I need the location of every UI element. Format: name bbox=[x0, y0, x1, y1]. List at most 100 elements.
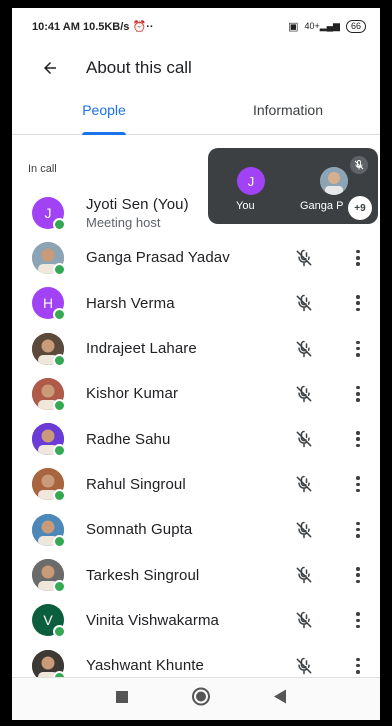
battery-icon: 66 bbox=[345, 19, 366, 33]
page-title: About this call bbox=[86, 58, 192, 77]
participant-info: Tarkesh Singroul bbox=[86, 567, 380, 584]
phone-screen: 10:41 AM 10.5KB/s ⏰·· ▣ 40+▂▄▆ 66 About … bbox=[12, 8, 380, 720]
online-status-dot bbox=[53, 580, 66, 594]
online-status-dot bbox=[53, 444, 66, 458]
avatar: H bbox=[32, 287, 66, 322]
online-status-dot bbox=[53, 353, 66, 367]
participant-name: Radhe Sahu bbox=[86, 430, 171, 448]
recents-button[interactable] bbox=[116, 690, 128, 708]
home-button[interactable] bbox=[191, 687, 211, 712]
avatar: J bbox=[32, 196, 66, 231]
status-right: ▣ 40+▂▄▆ 66 bbox=[288, 19, 366, 33]
more-vert-icon[interactable] bbox=[352, 610, 364, 630]
avatar bbox=[32, 513, 66, 548]
arrow-left-icon bbox=[44, 62, 56, 74]
tab-information[interactable]: Information bbox=[196, 98, 380, 134]
participant-row[interactable]: Somnath Gupta bbox=[12, 507, 380, 552]
online-status-dot bbox=[53, 534, 66, 548]
signal-label: 40+ bbox=[304, 20, 320, 31]
mic-off-icon bbox=[354, 160, 364, 170]
participant-name: Yashwant Khunte bbox=[86, 657, 204, 675]
participant-info: Yashwant Khunte bbox=[86, 657, 380, 674]
avatar bbox=[32, 423, 66, 458]
mic-off-icon bbox=[294, 384, 314, 404]
mic-off-icon bbox=[294, 474, 314, 494]
participant-row[interactable]: Ganga Prasad Yadav bbox=[12, 235, 380, 280]
avatar bbox=[32, 332, 66, 367]
back-nav-button[interactable] bbox=[274, 689, 286, 709]
more-vert-icon[interactable] bbox=[352, 565, 364, 585]
online-status-dot bbox=[53, 262, 66, 276]
more-vert-icon[interactable] bbox=[352, 656, 364, 676]
participant-info: Somnath Gupta bbox=[86, 521, 380, 538]
avatar-initial: H bbox=[42, 295, 54, 312]
more-vert-icon[interactable] bbox=[352, 384, 364, 404]
mic-off-icon bbox=[294, 429, 314, 449]
participant-name: Somnath Gupta bbox=[86, 521, 193, 539]
participant-info: Vinita Vishwakarma bbox=[86, 612, 380, 629]
mic-off-icon bbox=[294, 610, 314, 630]
avatar-initial: J bbox=[44, 204, 52, 221]
online-status-dot bbox=[53, 398, 66, 412]
alarm-icon: ⏰·· bbox=[132, 20, 154, 33]
participant-name: Harsh Verma bbox=[86, 294, 175, 312]
mic-off-icon bbox=[294, 520, 314, 540]
square-icon bbox=[116, 691, 128, 703]
online-status-dot bbox=[53, 217, 66, 231]
pip-window[interactable]: J You Ganga P +9 bbox=[208, 148, 378, 224]
mic-off-icon bbox=[294, 248, 314, 268]
back-button[interactable] bbox=[30, 48, 70, 88]
more-vert-icon[interactable] bbox=[352, 339, 364, 359]
participant-info: Harsh Verma bbox=[86, 295, 380, 312]
status-bar: 10:41 AM 10.5KB/s ⏰·· ▣ 40+▂▄▆ 66 bbox=[12, 8, 380, 44]
status-speed: 10.5KB/s bbox=[82, 20, 130, 33]
participant-name: Tarkesh Singroul bbox=[86, 566, 200, 584]
status-time: 10:41 AM bbox=[32, 20, 80, 33]
pip-ganga-avatar bbox=[320, 167, 348, 195]
participant-row[interactable]: Indrajeet Lahare bbox=[12, 326, 380, 371]
participant-row[interactable]: Radhe Sahu bbox=[12, 416, 380, 461]
screen-icon: ▣ bbox=[288, 20, 299, 33]
mic-off-icon bbox=[294, 565, 314, 585]
system-nav-bar bbox=[12, 677, 380, 720]
tab-people[interactable]: People bbox=[12, 98, 196, 134]
mic-off-icon bbox=[294, 293, 314, 313]
signal-icon: 40+▂▄▆ bbox=[304, 20, 340, 31]
avatar-initial: V bbox=[43, 612, 53, 629]
avatar: V bbox=[32, 604, 66, 639]
online-status-dot bbox=[53, 308, 66, 322]
tab-bar: People Information bbox=[12, 98, 380, 135]
more-vert-icon[interactable] bbox=[352, 293, 364, 313]
avatar bbox=[32, 241, 66, 276]
avatar bbox=[32, 377, 66, 412]
participant-row[interactable]: Tarkesh Singroul bbox=[12, 552, 380, 597]
more-vert-icon[interactable] bbox=[352, 474, 364, 494]
more-vert-icon[interactable] bbox=[352, 248, 364, 268]
participant-info: Rahul Singroul bbox=[86, 476, 380, 493]
participant-name: Kishor Kumar bbox=[86, 385, 179, 403]
mic-off-icon bbox=[294, 656, 314, 676]
participant-info: Kishor Kumar bbox=[86, 385, 380, 402]
participant-row[interactable]: Rahul Singroul bbox=[12, 462, 380, 507]
pip-you-label: You bbox=[236, 200, 255, 212]
more-vert-icon[interactable] bbox=[352, 520, 364, 540]
participant-name: Ganga Prasad Yadav bbox=[86, 249, 230, 267]
person-photo-icon bbox=[320, 167, 348, 195]
participant-info: Indrajeet Lahare bbox=[86, 340, 380, 357]
pip-mic-off bbox=[350, 156, 368, 174]
more-vert-icon[interactable] bbox=[352, 429, 364, 449]
participant-row[interactable]: H Harsh Verma bbox=[12, 281, 380, 326]
app-bar: About this call bbox=[12, 48, 380, 88]
pip-more-count: +9 bbox=[348, 196, 372, 220]
mic-off-icon bbox=[294, 339, 314, 359]
pip-you-avatar: J bbox=[237, 167, 265, 195]
participant-row[interactable]: V Vinita Vishwakarma bbox=[12, 598, 380, 643]
triangle-back-icon bbox=[274, 689, 286, 704]
participant-name: Rahul Singroul bbox=[86, 475, 186, 493]
avatar bbox=[32, 468, 66, 503]
status-left: 10:41 AM 10.5KB/s ⏰·· bbox=[32, 20, 154, 33]
online-status-dot bbox=[53, 489, 66, 503]
online-status-dot bbox=[53, 625, 66, 639]
participant-list: J Jyoti Sen (You) Meeting host Ganga Prasad… bbox=[12, 190, 380, 688]
participant-row[interactable]: Kishor Kumar bbox=[12, 371, 380, 416]
